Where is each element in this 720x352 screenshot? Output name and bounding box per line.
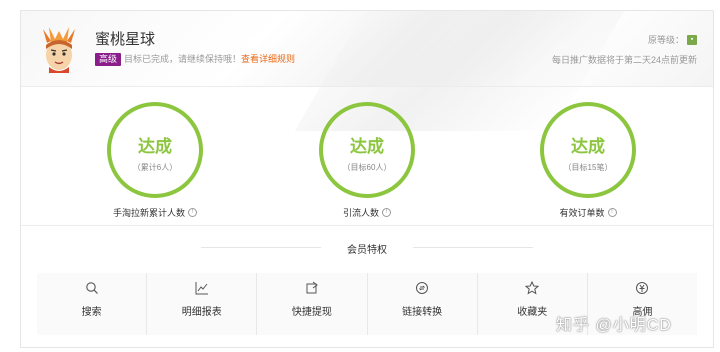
info-icon[interactable]: ! (607, 208, 617, 217)
stat-traffic: 达成 （目标60人） 引流人数 ! (277, 102, 457, 219)
level-badge: 高级 (95, 53, 122, 66)
privilege-label: 链接转换 (402, 307, 443, 318)
stat-ring: 达成 （目标15笔） (540, 102, 636, 198)
target-status-text: 目标已完成，请继续保持哦！ (124, 54, 242, 64)
stat-status: 达成 (350, 137, 384, 156)
privileges-header: 会员特权 (21, 237, 713, 257)
chart-icon (195, 282, 208, 295)
stat-label: 引流人数 ! (277, 206, 457, 219)
stat-sub: （目标15笔） (563, 163, 613, 172)
privilege-link-convert[interactable]: 链接转换 (368, 273, 478, 335)
target-status-line: 目标已完成，请继续保持哦！查看详细规则 (124, 53, 295, 66)
privilege-search[interactable]: 搜索 (37, 273, 148, 335)
stats-section: 达成 （累计6人） 手淘拉新累计人数 ! 达成 （目标60人） 引流人数 ! 达… (21, 88, 713, 226)
stat-label-text: 引流人数 (342, 208, 379, 218)
stat-sub: （累计6人） (132, 163, 178, 172)
original-level: 原等级： ▪ (648, 33, 697, 46)
stat-new-users: 达成 （累计6人） 手淘拉新累计人数 ! (65, 102, 245, 219)
shop-name: 蜜桃星球 (95, 31, 156, 48)
level-icon: ▪ (687, 34, 697, 45)
info-icon[interactable]: ! (382, 208, 391, 217)
original-level-label: 原等级： (647, 35, 684, 45)
privileges-title: 会员特权 (347, 245, 387, 256)
update-note: 每日推广数据将于第二天24点前更新 (551, 55, 697, 65)
watermark: 知乎 @小明CD (556, 317, 672, 334)
member-card: 蜜桃星球 高级 目标已完成，请继续保持哦！查看详细规则 原等级： ▪ 每日推广数… (20, 10, 714, 348)
privilege-withdraw[interactable]: 快捷提现 (257, 273, 368, 335)
header: 蜜桃星球 高级 目标已完成，请继续保持哦！查看详细规则 原等级： ▪ 每日推广数… (21, 11, 713, 87)
stat-label: 手淘拉新累计人数 ! (65, 206, 245, 219)
stat-label: 有效订单数 ! (498, 206, 678, 219)
stat-label-text: 有效订单数 (559, 208, 605, 218)
privilege-label: 快捷提现 (291, 307, 332, 318)
commission-icon (636, 282, 649, 294)
star-icon (525, 281, 540, 295)
withdraw-icon (306, 281, 318, 294)
link-convert-icon (416, 282, 429, 294)
privilege-report[interactable]: 明细报表 (147, 273, 258, 335)
stat-status: 达成 (571, 137, 605, 156)
search-icon (85, 282, 98, 294)
info-icon[interactable]: ! (188, 208, 197, 217)
stat-ring: 达成 （累计6人） (107, 102, 203, 198)
stat-status: 达成 (138, 137, 172, 156)
view-rules-link[interactable]: 查看详细规则 (241, 54, 295, 64)
stat-label-text: 手淘拉新累计人数 (112, 208, 185, 218)
divider-right (413, 247, 533, 248)
privilege-label: 明细报表 (181, 307, 222, 318)
stat-sub: （目标60人） (342, 163, 392, 172)
avatar (43, 27, 75, 73)
privilege-label: 搜索 (81, 307, 102, 318)
stat-ring: 达成 （目标60人） (319, 102, 415, 198)
stat-orders: 达成 （目标15笔） 有效订单数 ! (498, 102, 678, 219)
